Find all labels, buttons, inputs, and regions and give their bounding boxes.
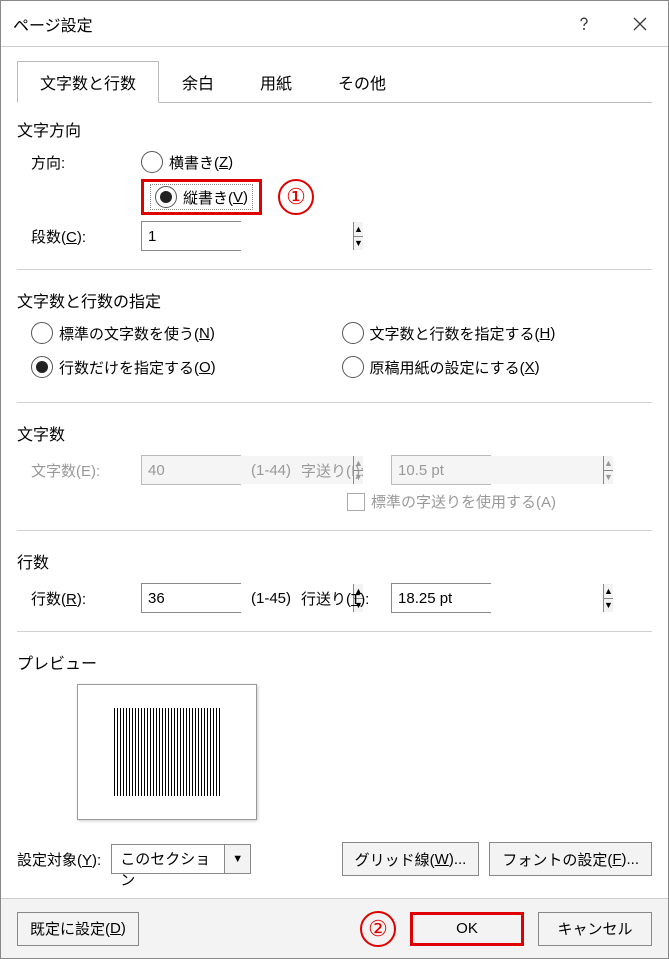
titlebar: ページ設定 [1, 1, 668, 47]
callout-2: ② [360, 911, 396, 947]
default-pitch-label: 標準の字送りを使用する(A) [371, 491, 556, 512]
section-title: 文字方向 [17, 117, 652, 141]
ok-button[interactable]: OK [410, 912, 524, 946]
tab-paper[interactable]: 用紙 [237, 61, 315, 102]
radio-specify-chars-lines[interactable]: 文字数と行数を指定する(H) [342, 322, 556, 344]
spin-down-icon[interactable]: ▼ [354, 237, 363, 251]
section-spec: 文字数と行数の指定 標準の文字数を使う(N) 文字数と行数を指定する(H) [17, 288, 652, 390]
radio-icon [342, 356, 364, 378]
columns-spinbox[interactable]: ▲▼ [141, 221, 241, 251]
close-button[interactable] [612, 1, 668, 47]
line-pitch-label: 行送り(T): [301, 588, 391, 609]
spin-up-icon[interactable]: ▲ [604, 584, 613, 599]
preview-box [77, 684, 257, 820]
section-preview: プレビュー [17, 650, 652, 830]
spin-down-icon[interactable]: ▼ [604, 599, 613, 613]
set-default-button[interactable]: 既定に設定(D) [17, 912, 139, 946]
section-text-direction: 文字方向 方向: 横書き(Z) 縦書き(V) ① 段数( [17, 117, 652, 257]
help-icon [576, 16, 592, 32]
radio-manuscript[interactable]: 原稿用紙の設定にする(X) [342, 356, 540, 378]
page-setup-dialog: ページ設定 文字数と行数 余白 用紙 その他 文字方向 方向: 横書き(Z) [0, 0, 669, 959]
radio-icon [155, 186, 177, 208]
char-count-range: (1-44) [251, 462, 291, 479]
radio-standard-chars[interactable]: 標準の文字数を使う(N) [31, 322, 215, 344]
char-pitch-label: 字送り(I): [301, 460, 391, 481]
radio-icon [31, 356, 53, 378]
direction-label: 方向: [31, 152, 141, 173]
font-button[interactable]: フォントの設定(F)... [489, 842, 652, 876]
default-pitch-checkbox [347, 493, 365, 511]
char-count-spinbox: ▲▼ [141, 455, 241, 485]
line-count-range: (1-45) [251, 590, 291, 607]
spin-up-icon: ▲ [604, 456, 613, 471]
callout-1: ① [278, 179, 314, 215]
char-pitch-spinbox: ▲▼ [391, 455, 491, 485]
chevron-down-icon: ▼ [224, 845, 250, 873]
grid-button[interactable]: グリッド線(W)... [342, 842, 480, 876]
radio-icon [31, 322, 53, 344]
preview-lines-icon [104, 698, 230, 805]
tab-chars-lines[interactable]: 文字数と行数 [17, 61, 159, 103]
tab-margins[interactable]: 余白 [159, 61, 237, 102]
tab-other[interactable]: その他 [315, 61, 409, 102]
line-count-label: 行数(R): [31, 588, 141, 609]
radio-vertical[interactable]: 縦書き(V) [150, 184, 253, 210]
columns-label: 段数(C): [31, 226, 141, 247]
cancel-button[interactable]: キャンセル [538, 912, 652, 946]
dialog-footer: 既定に設定(D) ② OK キャンセル [1, 898, 668, 958]
radio-horizontal[interactable]: 横書き(Z) [141, 151, 233, 173]
line-pitch-spinbox[interactable]: ▲▼ [391, 583, 491, 613]
line-count-spinbox[interactable]: ▲▼ [141, 583, 241, 613]
columns-input[interactable] [142, 222, 353, 250]
dialog-title: ページ設定 [13, 12, 556, 36]
spin-down-icon: ▼ [604, 471, 613, 485]
close-icon [632, 16, 648, 32]
apply-select[interactable]: このセクション ▼ [111, 844, 251, 874]
section-chars: 文字数 文字数(E): ▲▼ (1-44) 字送り(I): ▲▼ 標準の字送りを… [17, 421, 652, 518]
apply-row: 設定対象(Y): このセクション ▼ グリッド線(W)... フォントの設定(F… [17, 842, 652, 876]
radio-icon [342, 322, 364, 344]
tab-strip: 文字数と行数 余白 用紙 その他 [17, 61, 652, 103]
radio-lines-only[interactable]: 行数だけを指定する(O) [31, 356, 216, 378]
callout-box-1: 縦書き(V) [141, 179, 262, 215]
section-lines: 行数 行数(R): ▲▼ (1-45) 行送り(T): ▲▼ [17, 549, 652, 619]
char-count-label: 文字数(E): [31, 460, 141, 481]
apply-label: 設定対象(Y): [17, 849, 101, 870]
spin-up-icon[interactable]: ▲ [354, 222, 363, 237]
radio-icon [141, 151, 163, 173]
help-button[interactable] [556, 1, 612, 47]
